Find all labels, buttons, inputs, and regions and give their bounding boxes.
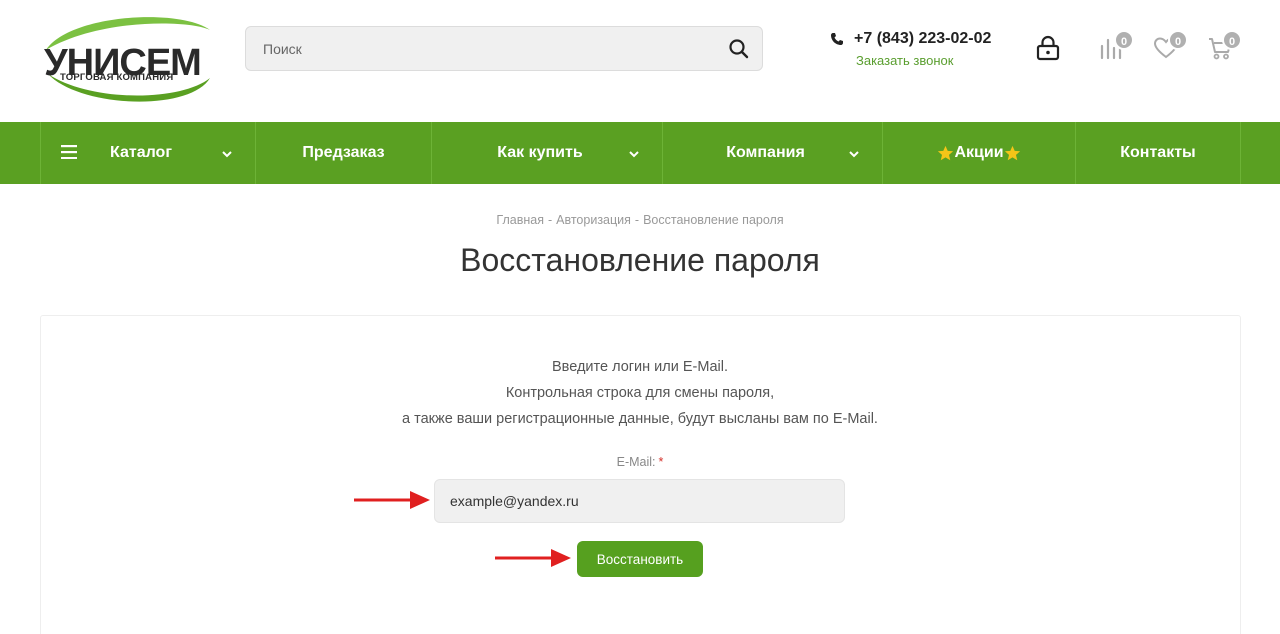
nav-item-contacts[interactable]: Контакты bbox=[1075, 122, 1241, 184]
nav-item-catalog[interactable]: Каталог bbox=[40, 122, 255, 184]
nav-label: Компания bbox=[726, 144, 805, 161]
star-icon bbox=[937, 145, 954, 162]
nav-label: Как купить bbox=[497, 144, 583, 161]
instructions-text: Введите логин или E-Mail. Контрольная ст… bbox=[0, 354, 1280, 432]
nav-item-preorder[interactable]: Предзаказ bbox=[255, 122, 431, 184]
breadcrumb: Главная - Авторизация - Восстановление парол… bbox=[0, 213, 1280, 227]
instructions-line: Введите логин или E-Mail. bbox=[551, 359, 728, 375]
search-icon[interactable] bbox=[728, 38, 750, 60]
site-logo[interactable]: УНИСЕМ ТОРГОВАЯ КОМПАНИЯ bbox=[40, 12, 212, 108]
breadcrumb-home[interactable]: Главная bbox=[496, 213, 544, 227]
star-icon bbox=[1004, 145, 1021, 162]
phone-number[interactable]: +7 (843) 223-02-02 bbox=[854, 30, 991, 48]
breadcrumb-current: Восстановление пароля bbox=[643, 213, 784, 227]
main-nav: Каталог Предзаказ Как купить Компания Ак… bbox=[0, 122, 1280, 184]
nav-item-promotions[interactable]: Акции bbox=[882, 122, 1075, 184]
breadcrumb-separator: - bbox=[547, 213, 553, 227]
required-mark: * bbox=[658, 455, 664, 469]
breadcrumb-separator: - bbox=[634, 213, 640, 227]
compare-icon[interactable]: 0 bbox=[1098, 30, 1134, 62]
nav-label: Акции bbox=[954, 144, 1004, 161]
chevron-down-icon bbox=[628, 147, 640, 159]
logo-tagline: ТОРГОВАЯ КОМПАНИЯ bbox=[60, 72, 174, 83]
favorites-count-badge: 0 bbox=[1168, 30, 1188, 50]
nav-label: Каталог bbox=[110, 144, 172, 161]
chevron-down-icon bbox=[221, 147, 233, 159]
contact-block: +7 (843) 223-02-02 Заказать звонок bbox=[830, 30, 1020, 74]
instructions-line: Контрольная строка для смены пароля, bbox=[505, 385, 775, 401]
phone-icon bbox=[830, 32, 844, 46]
cart-icon[interactable]: 0 bbox=[1206, 30, 1242, 62]
compare-count-badge: 0 bbox=[1114, 30, 1134, 50]
restore-button[interactable]: Восстановить bbox=[577, 541, 703, 577]
cart-count-badge: 0 bbox=[1222, 30, 1242, 50]
breadcrumb-auth[interactable]: Авторизация bbox=[556, 213, 631, 227]
lock-icon[interactable] bbox=[1034, 34, 1062, 62]
callback-link[interactable]: Заказать звонок bbox=[856, 53, 953, 68]
site-header: УНИСЕМ ТОРГОВАЯ КОМПАНИЯ +7 (843) 223-02… bbox=[0, 0, 1280, 122]
instructions-line: а также ваши регистрационные данные, буд… bbox=[402, 411, 878, 427]
nav-item-company[interactable]: Компания bbox=[662, 122, 882, 184]
nav-item-how-to-buy[interactable]: Как купить bbox=[431, 122, 662, 184]
annotation-arrow-icon bbox=[354, 491, 430, 509]
nav-label: Контакты bbox=[1120, 144, 1196, 161]
search-box bbox=[245, 26, 763, 71]
email-field[interactable] bbox=[434, 479, 845, 523]
nav-label: Предзаказ bbox=[302, 144, 385, 161]
search-input[interactable] bbox=[246, 27, 716, 70]
email-label-text: E-Mail: bbox=[616, 455, 656, 469]
annotation-arrow-icon bbox=[495, 549, 571, 567]
email-field-label: E-Mail: * bbox=[0, 455, 1280, 469]
heart-icon[interactable]: 0 bbox=[1152, 30, 1188, 62]
chevron-down-icon bbox=[848, 147, 860, 159]
page-title: Восстановление пароля bbox=[460, 242, 820, 278]
burger-icon bbox=[61, 145, 77, 160]
